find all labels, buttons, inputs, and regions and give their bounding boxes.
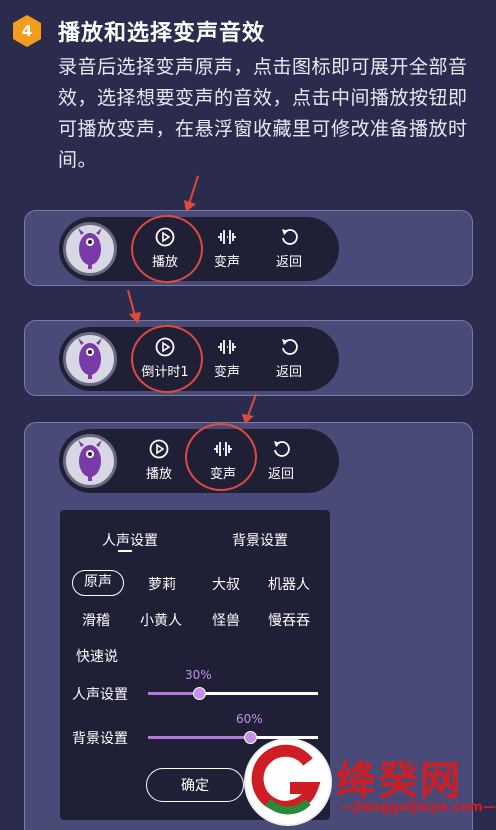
back-label: 返回 <box>275 255 302 270</box>
step-number-badge: 4 <box>12 14 42 48</box>
play-circle-icon <box>149 439 169 459</box>
pointer-arrow <box>184 175 199 212</box>
undo-icon <box>282 339 298 355</box>
play-button[interactable]: 播放 <box>129 437 189 485</box>
highlight-ring <box>131 325 203 393</box>
highlight-ring <box>131 215 203 283</box>
voice-option[interactable]: 萝莉 <box>148 574 176 594</box>
pointer-arrow <box>242 393 257 424</box>
waveform-icon <box>218 230 236 244</box>
undo-icon <box>282 229 298 245</box>
monster-avatar[interactable] <box>63 434 117 488</box>
watermark-text: 绛癸网 <box>336 757 462 804</box>
step-number: 4 <box>21 22 33 40</box>
back-button[interactable]: 返回 <box>251 437 311 485</box>
step-title: 播放和选择变声音效 <box>58 21 266 46</box>
tab-background-settings[interactable]: 背景设置 <box>232 530 288 550</box>
highlight-ring <box>185 423 257 491</box>
voice-option[interactable]: 大叔 <box>212 574 240 594</box>
active-tab-indicator <box>118 550 132 552</box>
tab-voice-settings[interactable]: 人声设置 <box>102 530 158 550</box>
voice-change-button[interactable]: 变声 <box>197 225 257 273</box>
voice-volume-label: 人声设置 <box>72 687 128 703</box>
voice-option[interactable]: 快速说 <box>76 646 118 666</box>
slider-value: 60% <box>236 712 263 726</box>
voice-option[interactable]: 怪兽 <box>212 610 240 630</box>
undo-icon <box>274 441 290 457</box>
back-label: 返回 <box>267 467 294 482</box>
voice-change-label: 变声 <box>213 255 240 270</box>
back-button[interactable]: 返回 <box>259 225 319 273</box>
slider-value: 30% <box>185 668 212 682</box>
voice-option[interactable]: 慢吞吞 <box>268 610 310 630</box>
slider-fill <box>148 692 199 695</box>
voice-change-button[interactable]: 变声 <box>197 335 257 383</box>
watermark-logo <box>244 738 332 826</box>
watermark-url: —jiangguijiuye.com— <box>340 800 496 815</box>
voice-option[interactable]: 原声 <box>72 570 124 596</box>
voice-change-label: 变声 <box>213 365 240 380</box>
play-label: 播放 <box>145 467 172 482</box>
panel-countdown: 倒计时1 变声 返回 <box>24 320 473 396</box>
slider-thumb[interactable] <box>193 687 206 700</box>
waveform-icon <box>218 340 236 354</box>
back-button[interactable]: 返回 <box>259 335 319 383</box>
step-header: 4 播放和选择变声音效 <box>12 14 265 48</box>
voice-option[interactable]: 机器人 <box>268 574 310 594</box>
sheet-tabs: 人声设置 背景设置 <box>60 530 330 554</box>
background-volume-label: 背景设置 <box>72 731 128 747</box>
voice-option[interactable]: 小黄人 <box>140 610 182 630</box>
panel-play: 播放 变声 返回 <box>24 210 473 286</box>
pointer-arrow <box>127 289 141 324</box>
voice-option[interactable]: 滑稽 <box>82 610 110 630</box>
monster-avatar[interactable] <box>63 222 117 276</box>
monster-avatar[interactable] <box>63 332 117 386</box>
voice-volume-slider[interactable]: 30% <box>148 668 318 700</box>
back-label: 返回 <box>275 365 302 380</box>
slider-fill <box>148 736 250 739</box>
step-description: 录音后选择变声原声，点击图标即可展开全部音效，选择想要变声的音效，点击中间播放按… <box>58 56 468 171</box>
watermark: 绛癸网 —jiangguijiuye.com— <box>240 738 496 830</box>
confirm-button[interactable]: 确定 <box>146 768 244 802</box>
